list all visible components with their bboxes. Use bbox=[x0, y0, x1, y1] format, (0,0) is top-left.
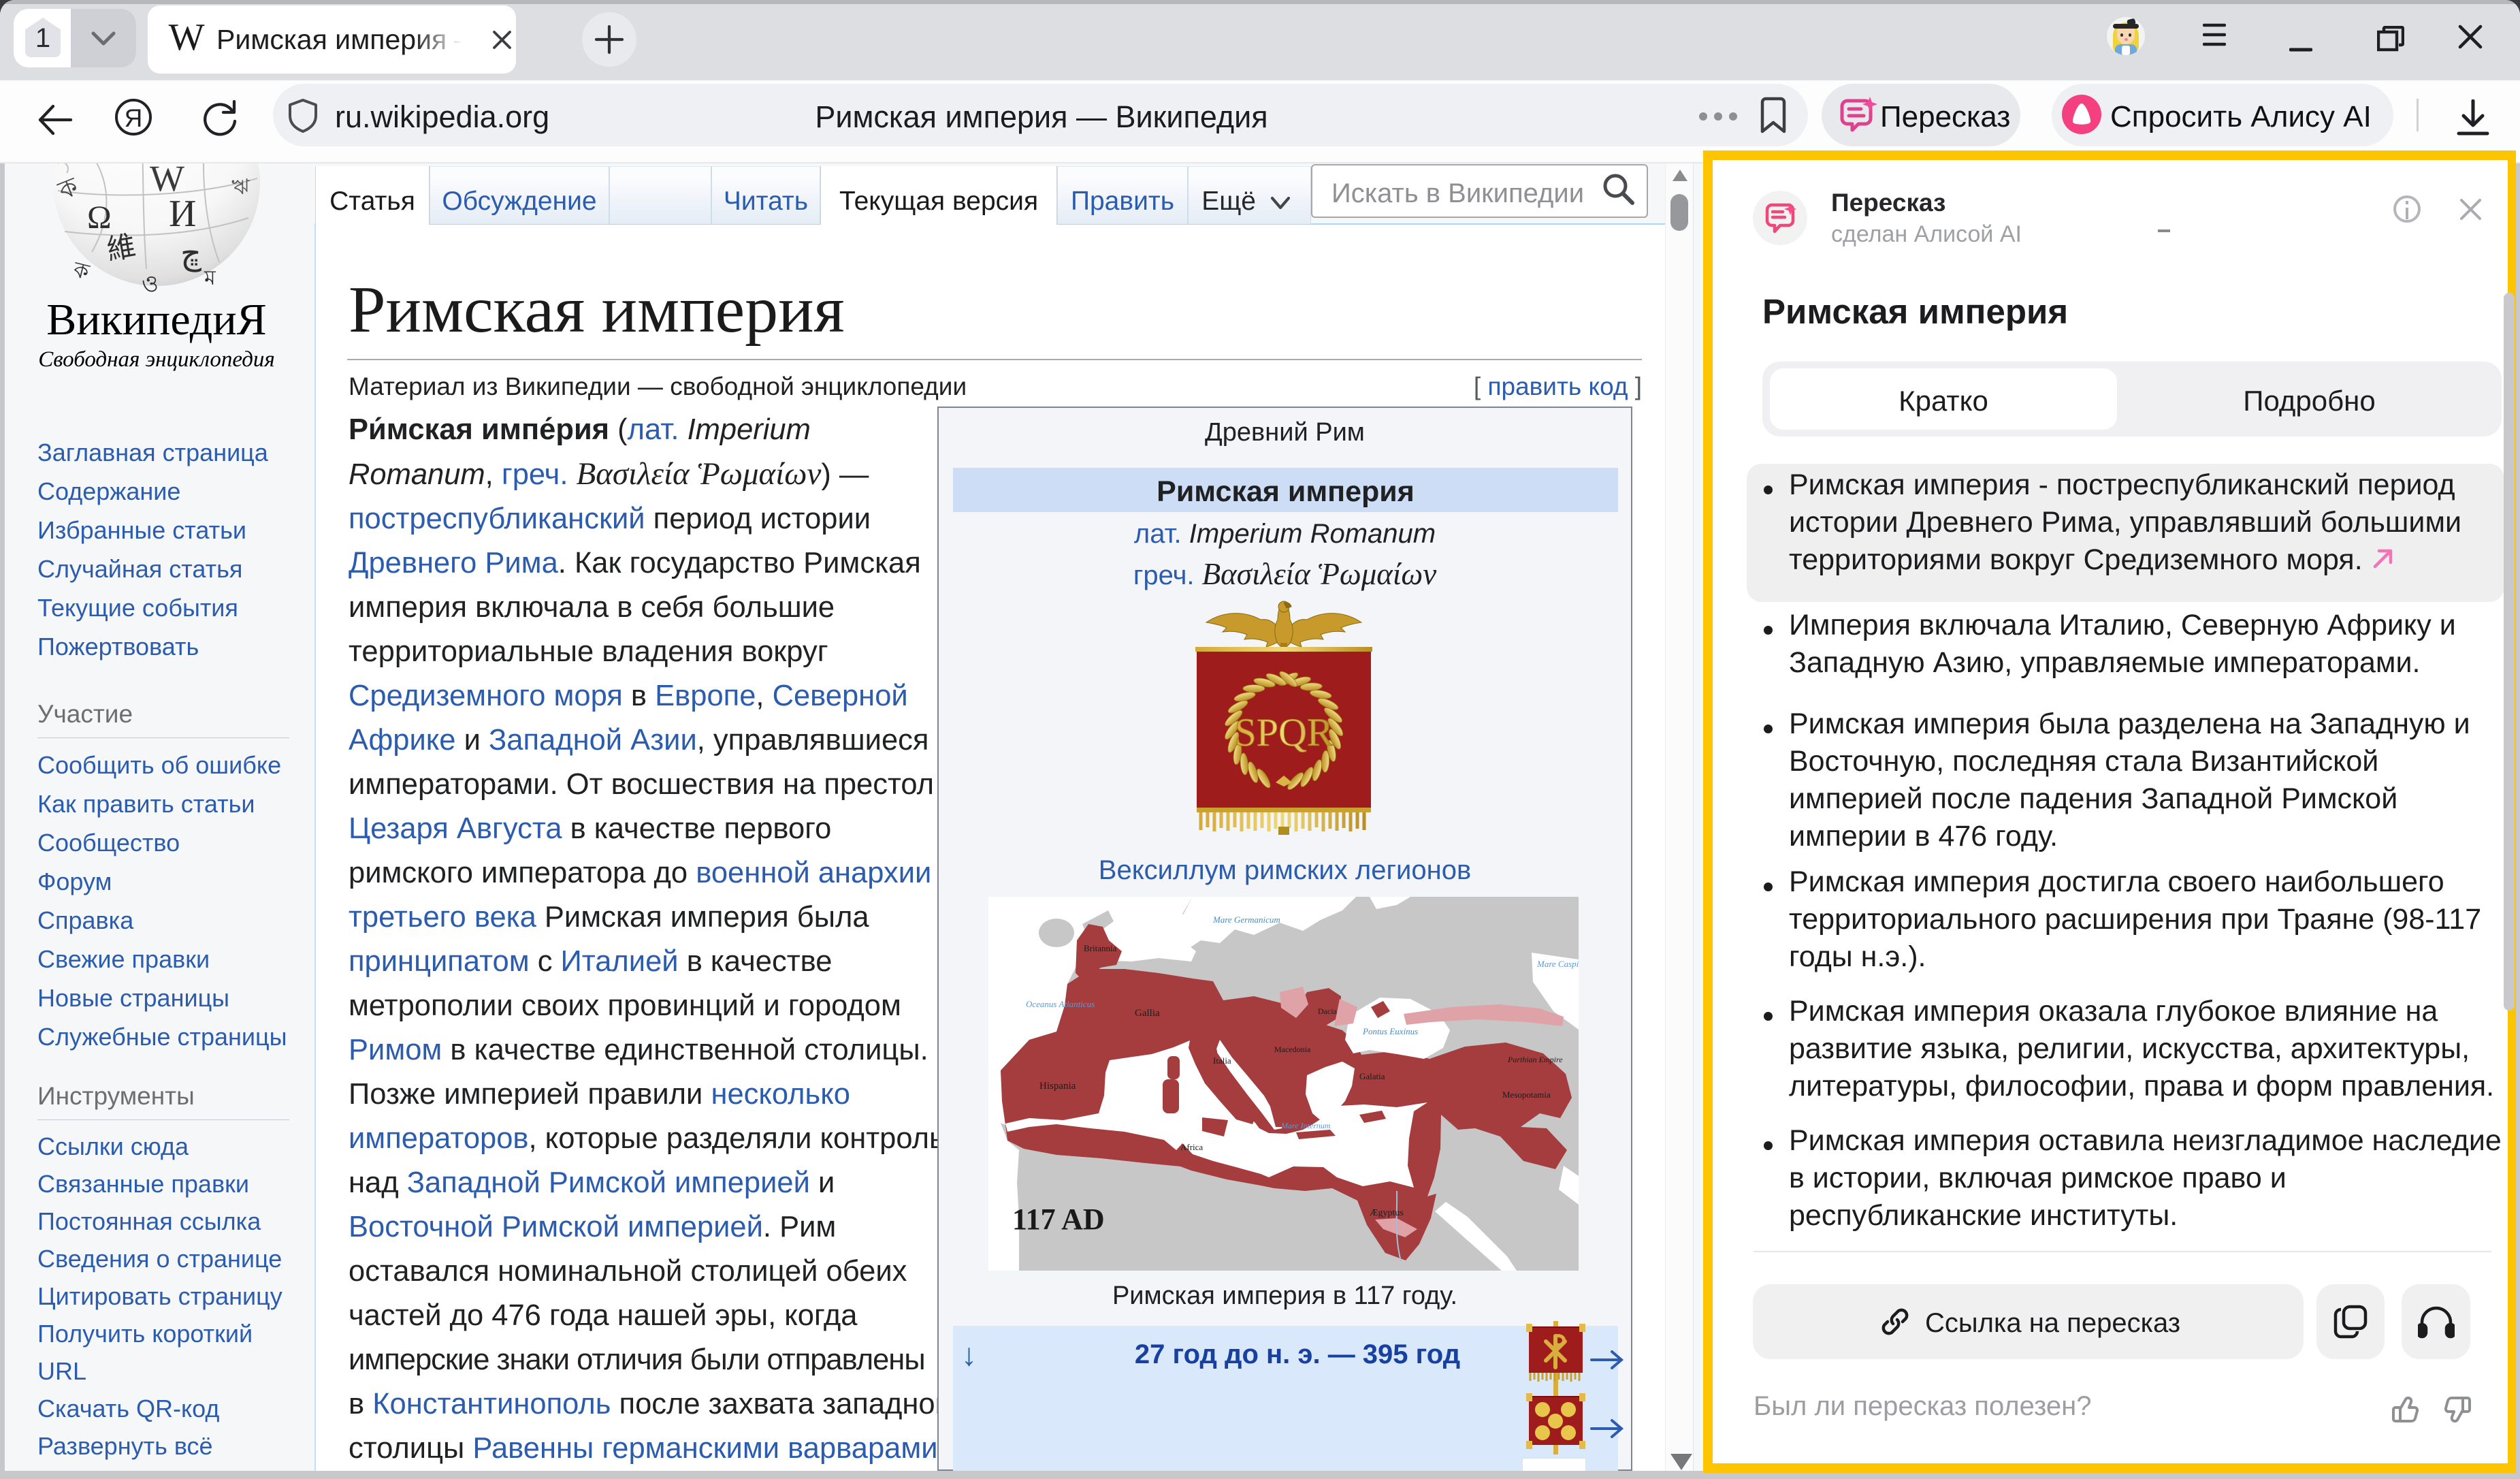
svg-text:117 AD: 117 AD bbox=[1012, 1203, 1105, 1236]
svg-text:ঋ: ঋ bbox=[231, 174, 250, 199]
svg-text:Gallia: Gallia bbox=[1135, 1008, 1160, 1019]
svg-text:ও: ও bbox=[142, 272, 159, 293]
svg-text:Ægyptus: Ægyptus bbox=[1370, 1208, 1404, 1218]
svg-text:Ω: Ω bbox=[87, 200, 112, 236]
svg-text:ম: ম bbox=[204, 267, 216, 289]
svg-text:Mare Caspium: Mare Caspium bbox=[1536, 959, 1579, 969]
svg-text:Mesopotamia: Mesopotamia bbox=[1502, 1090, 1551, 1100]
svg-text:Mare Germanicum: Mare Germanicum bbox=[1212, 915, 1280, 925]
svg-text:ڇ: ڇ bbox=[180, 236, 201, 272]
svg-text:Hispania: Hispania bbox=[1039, 1081, 1076, 1092]
svg-text:Macedonia: Macedonia bbox=[1274, 1045, 1311, 1054]
svg-text:И: И bbox=[169, 193, 196, 235]
svg-text:Parthian Empire: Parthian Empire bbox=[1507, 1055, 1563, 1064]
svg-text:Britannia: Britannia bbox=[1084, 943, 1117, 953]
svg-text:Galatia: Galatia bbox=[1359, 1071, 1385, 1081]
svg-text:Dacia: Dacia bbox=[1318, 1006, 1338, 1016]
svg-text:維: 維 bbox=[105, 231, 138, 267]
svg-text:Italia: Italia bbox=[1213, 1055, 1231, 1066]
svg-text:Mare Internum: Mare Internum bbox=[1280, 1121, 1331, 1130]
svg-text:ক: ক bbox=[70, 257, 92, 285]
svg-text:Pontus Euxinus: Pontus Euxinus bbox=[1362, 1026, 1418, 1036]
svg-text:Africa: Africa bbox=[1180, 1142, 1203, 1152]
svg-text:SPQR: SPQR bbox=[1234, 710, 1333, 754]
svg-text:Oceanus Atlanticus: Oceanus Atlanticus bbox=[1026, 999, 1095, 1009]
